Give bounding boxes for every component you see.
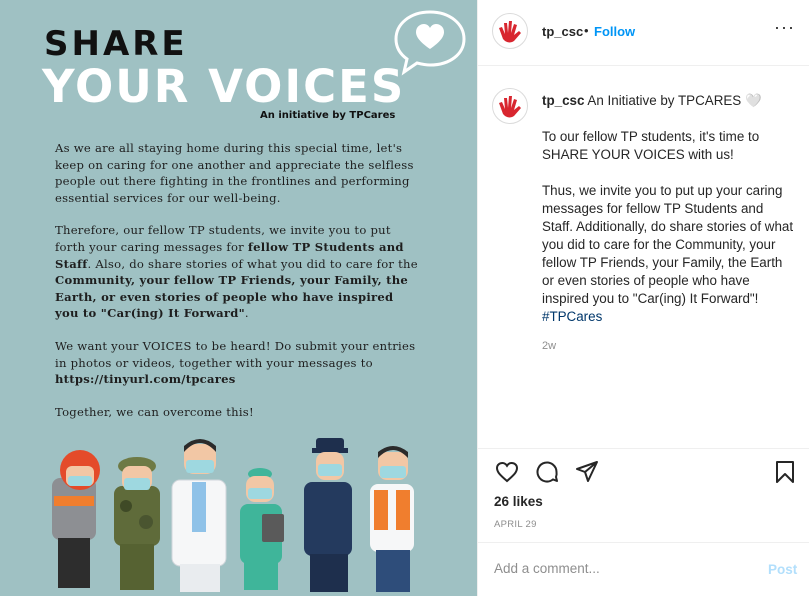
- poster-link: https://tinyurl.com/tpcares: [55, 372, 236, 387]
- poster-title-voices: YOUR VOICES: [42, 60, 406, 113]
- caption-paragraph-1: To our fellow TP students, it's time to …: [542, 129, 760, 162]
- speech-bubble-heart-icon: [394, 10, 466, 76]
- tpcares-hand-logo-icon: [499, 96, 521, 118]
- post-date: APRIL 29: [494, 519, 537, 530]
- caption-username[interactable]: tp_csc: [542, 93, 584, 108]
- more-options-button[interactable]: ···: [774, 18, 795, 36]
- post-side-panel: tp_csc • Follow ··· tp_csc An Initiative…: [477, 0, 809, 596]
- soldier-figure: [114, 457, 160, 590]
- tpcares-hand-logo-icon: [499, 21, 521, 43]
- likes-count[interactable]: 26 likes: [494, 494, 543, 509]
- follow-button[interactable]: Follow: [594, 24, 635, 39]
- poster-paragraph-2: Therefore, our fellow TP students, we in…: [55, 222, 420, 322]
- poster-paragraph-3: We want your VOICES to be heard! Do subm…: [55, 338, 420, 388]
- firefighter-figure: [52, 450, 100, 588]
- poster-p3-text: We want your VOICES to be heard! Do subm…: [55, 338, 416, 370]
- caption-paragraph-2: Thus, we invite you to put up your carin…: [542, 182, 796, 326]
- doctor-figure: [171, 439, 227, 592]
- avatar[interactable]: [492, 13, 528, 49]
- post-comment-button[interactable]: Post: [768, 562, 797, 577]
- poster-p2-end: .: [244, 306, 249, 321]
- poster-subtitle: An initiative by TPCares: [260, 110, 396, 121]
- caption-intro-line: tp_csc An Initiative by TPCARES 🤍: [542, 92, 796, 110]
- hashtag-link[interactable]: #TPCares: [542, 309, 602, 324]
- caption-age: 2w: [542, 340, 557, 352]
- poster-title-share: SHARE: [44, 24, 188, 64]
- poster-paragraph-4: Together, we can overcome this!: [55, 404, 254, 419]
- comment-bar: Post: [478, 542, 809, 596]
- comment-icon[interactable]: [534, 459, 560, 485]
- caption-section: tp_csc An Initiative by TPCARES 🤍 To our…: [478, 66, 809, 448]
- police-figure: [304, 438, 352, 592]
- post-header: tp_csc • Follow ···: [478, 0, 809, 66]
- post-image[interactable]: SHARE YOUR VOICES An initiative by TPCar…: [0, 0, 477, 596]
- nurse-figure: [240, 468, 284, 590]
- frontline-workers-illustration: [52, 438, 414, 592]
- caption-text: tp_csc An Initiative by TPCARES 🤍 To our…: [542, 92, 796, 344]
- poster-paragraph-1: As we are all staying home during this s…: [55, 141, 414, 205]
- header-separator: •: [584, 23, 589, 38]
- action-bar: 26 likes APRIL 29: [478, 448, 809, 542]
- caption-intro: An Initiative by TPCARES 🤍: [587, 93, 762, 108]
- poster-body: As we are all staying home during this s…: [55, 140, 420, 436]
- poster-p2-bold-2: Community, your fellow TP Friends, your …: [55, 273, 409, 321]
- poster-p2-text-2: . Also, do share stories of what you did…: [87, 256, 418, 271]
- caption-avatar[interactable]: [492, 88, 528, 124]
- heart-icon[interactable]: [494, 459, 520, 485]
- bookmark-icon[interactable]: [772, 459, 798, 485]
- worker-figure: [370, 446, 414, 592]
- instagram-post: SHARE YOUR VOICES An initiative by TPCar…: [0, 0, 809, 596]
- caption-paragraph-2-text: Thus, we invite you to put up your carin…: [542, 183, 794, 306]
- comment-input[interactable]: [494, 561, 744, 576]
- send-icon[interactable]: [574, 459, 600, 485]
- header-username[interactable]: tp_csc: [542, 24, 583, 39]
